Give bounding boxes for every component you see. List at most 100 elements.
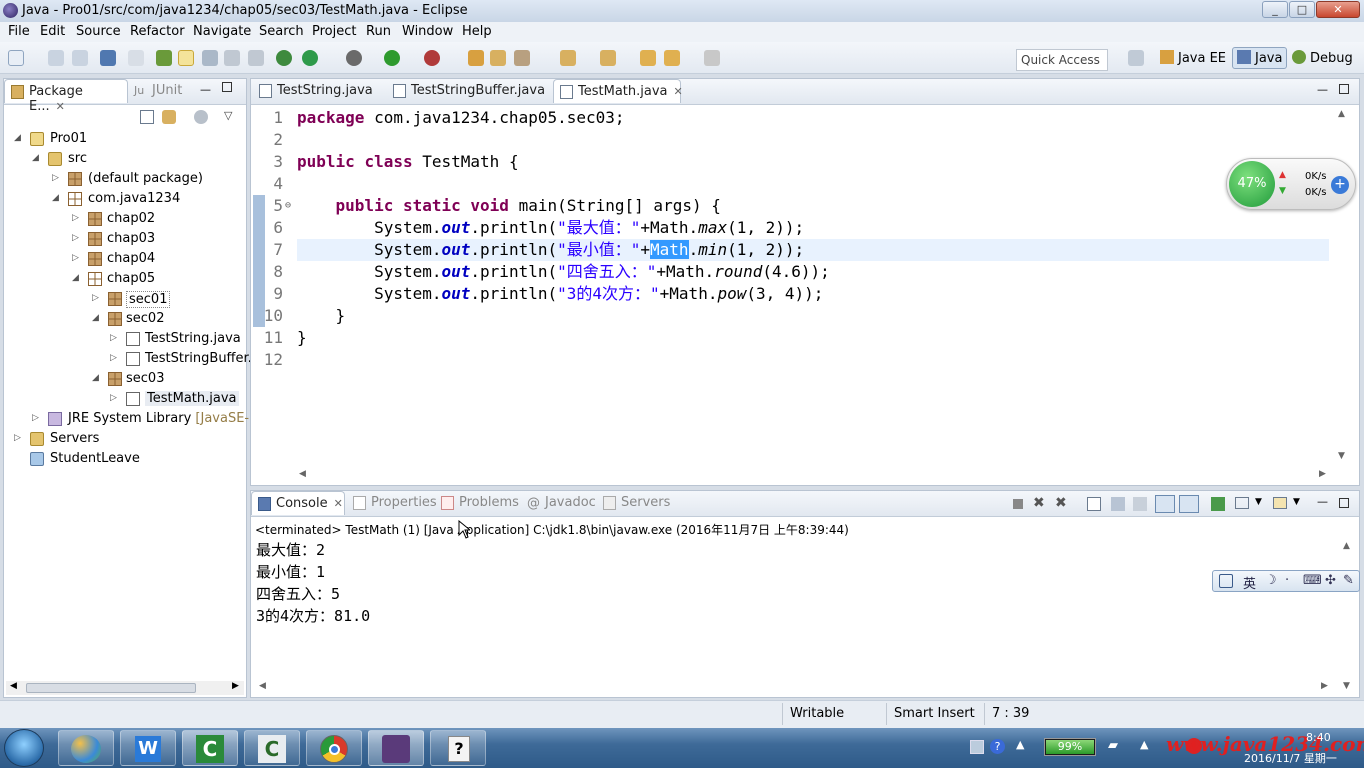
perspective-debug[interactable]: Debug — [1292, 50, 1353, 66]
open-console-icon[interactable] — [1273, 497, 1287, 509]
debug-config-icon[interactable] — [346, 50, 362, 66]
close-button[interactable]: ✕ — [1316, 1, 1360, 18]
remove-all-icon[interactable]: ✖ — [1055, 495, 1067, 511]
skip-breakpoints-icon[interactable] — [128, 50, 144, 66]
back-icon[interactable] — [664, 50, 680, 66]
taskbar-app-1[interactable] — [58, 730, 114, 766]
tab-javadoc[interactable]: @ Javadoc — [521, 491, 603, 515]
block-icon[interactable] — [224, 50, 240, 66]
forward-icon[interactable] — [704, 50, 720, 66]
menu-navigate[interactable]: Navigate — [193, 24, 251, 39]
collapse-all-icon[interactable] — [140, 110, 154, 124]
start-button[interactable] — [4, 729, 44, 767]
plus-icon[interactable]: + — [1331, 176, 1349, 194]
menu-edit[interactable]: Edit — [40, 24, 65, 39]
menu-run[interactable]: Run — [366, 24, 391, 39]
tray-arrow-icon[interactable]: ▲ — [1140, 738, 1148, 751]
save-all-icon[interactable] — [72, 50, 88, 66]
quick-access-input[interactable]: Quick Access — [1016, 49, 1108, 71]
tab-package-explorer[interactable]: Package E... ✕ — [4, 79, 128, 114]
show-on-stdout-icon[interactable] — [1155, 495, 1175, 513]
ime-punct-icon[interactable]: · — [1285, 573, 1289, 588]
mark-occurrences-icon[interactable] — [178, 50, 194, 66]
ime-moon-icon[interactable]: ☽ — [1265, 573, 1277, 588]
link-with-editor-icon[interactable] — [162, 110, 176, 124]
scroll-right-icon[interactable]: ▶ — [1319, 469, 1326, 479]
pin-console-icon[interactable] — [1211, 497, 1225, 511]
debug-toggle-icon[interactable] — [156, 50, 172, 66]
new-icon[interactable] — [8, 50, 24, 66]
show-on-stderr-icon[interactable] — [1179, 495, 1199, 513]
tab-teststringbuffer[interactable]: TestStringBuffer.java — [387, 79, 547, 103]
word-wrap-icon[interactable] — [1133, 497, 1147, 511]
taskbar-help[interactable]: ? — [430, 730, 486, 766]
clock-date[interactable]: 2016/11/7 星期一 — [1244, 750, 1337, 766]
chevron-down-icon[interactable]: ▼ — [1255, 497, 1262, 507]
next-annotation-icon[interactable] — [560, 50, 576, 66]
scroll-down-icon[interactable]: ▼ — [1343, 681, 1350, 691]
editor-hscroll[interactable]: ◀ ▶ — [291, 469, 1331, 483]
tab-testmath[interactable]: TestMath.java ✕ — [553, 79, 683, 103]
network-monitor-widget[interactable]: 47% ▲ ▼ 0K/s 0K/s + — [1226, 158, 1356, 210]
taskbar-word[interactable]: W — [120, 730, 176, 766]
run-icon[interactable] — [384, 50, 400, 66]
battery-indicator[interactable]: 99% — [1044, 738, 1096, 756]
scroll-left-icon[interactable]: ◀ — [10, 681, 17, 691]
scroll-left-icon[interactable]: ◀ — [259, 681, 266, 691]
external-tools-icon[interactable] — [424, 50, 440, 66]
menu-help[interactable]: Help — [462, 24, 492, 39]
tray-app-icon[interactable] — [970, 740, 984, 754]
tab-console[interactable]: Console ✕ — [251, 491, 345, 515]
refresh-icon[interactable] — [302, 50, 318, 66]
close-tab-icon[interactable]: ✕ — [334, 497, 343, 510]
maximize-editor-icon[interactable] — [1339, 84, 1349, 94]
chevron-down-icon[interactable]: ▼ — [1293, 497, 1300, 507]
taskbar-camtasia-2[interactable]: C — [244, 730, 300, 766]
prev-annotation-icon[interactable] — [600, 50, 616, 66]
close-tab-icon[interactable]: ✕ — [56, 100, 65, 113]
scroll-up-icon[interactable]: ▲ — [1343, 541, 1350, 551]
ime-toolbar[interactable]: 英 ☽ · ⌨ ✣ ✎ — [1212, 570, 1360, 592]
minimize-button[interactable]: _ — [1262, 1, 1288, 18]
clock-time[interactable]: 8:40 — [1306, 731, 1331, 744]
search-tool-icon[interactable] — [514, 50, 530, 66]
minimize-editor-icon[interactable]: — — [1317, 83, 1328, 96]
ime-language[interactable]: 英 — [1243, 573, 1256, 592]
terminate-icon[interactable] — [1013, 499, 1023, 509]
scroll-right-icon[interactable]: ▶ — [1321, 681, 1328, 691]
menu-source[interactable]: Source — [76, 24, 121, 39]
taskbar-chrome[interactable] — [306, 730, 362, 766]
menu-file[interactable]: File — [8, 24, 30, 39]
perspective-java[interactable]: Java — [1232, 47, 1288, 69]
taskbar-eclipse[interactable] — [368, 730, 424, 766]
ime-keyboard-icon[interactable]: ⌨ — [1303, 573, 1322, 588]
ime-skin-icon[interactable]: ✣ — [1325, 573, 1336, 588]
tray-help-icon[interactable]: ? — [990, 739, 1005, 754]
tab-teststring[interactable]: TestString.java — [253, 79, 381, 103]
maximize-button[interactable]: □ — [1289, 1, 1315, 18]
tray-expand-icon[interactable]: ▲ — [1016, 738, 1024, 751]
view-menu-icon[interactable]: ▽ — [224, 109, 232, 122]
focus-icon[interactable] — [194, 110, 208, 124]
ime-settings-icon[interactable]: ✎ — [1343, 573, 1354, 588]
remove-launch-icon[interactable]: ✖ — [1033, 495, 1045, 511]
minimize-view-icon[interactable]: — — [200, 83, 211, 96]
display-console-icon[interactable] — [1235, 497, 1249, 509]
scroll-up-icon[interactable]: ▲ — [1338, 109, 1345, 119]
scroll-left-icon[interactable]: ◀ — [299, 469, 306, 479]
clear-console-icon[interactable] — [1087, 497, 1101, 511]
menu-search[interactable]: Search — [259, 24, 304, 39]
perspective-java-ee[interactable]: Java EE — [1160, 50, 1226, 66]
console-icon[interactable] — [100, 50, 116, 66]
scroll-lock-icon[interactable] — [1111, 497, 1125, 511]
open-type-icon[interactable] — [490, 50, 506, 66]
maximize-console-icon[interactable] — [1339, 498, 1349, 508]
power-icon[interactable]: ▰ — [1108, 738, 1118, 753]
save-icon[interactable] — [48, 50, 64, 66]
new-java-project-icon[interactable] — [468, 50, 484, 66]
paragraph-icon[interactable] — [248, 50, 264, 66]
scroll-down-icon[interactable]: ▼ — [1338, 451, 1345, 461]
tab-junit[interactable]: Ju JUnit — [128, 79, 198, 103]
tab-servers[interactable]: Servers — [597, 491, 677, 515]
taskbar-camtasia-1[interactable]: C — [182, 730, 238, 766]
